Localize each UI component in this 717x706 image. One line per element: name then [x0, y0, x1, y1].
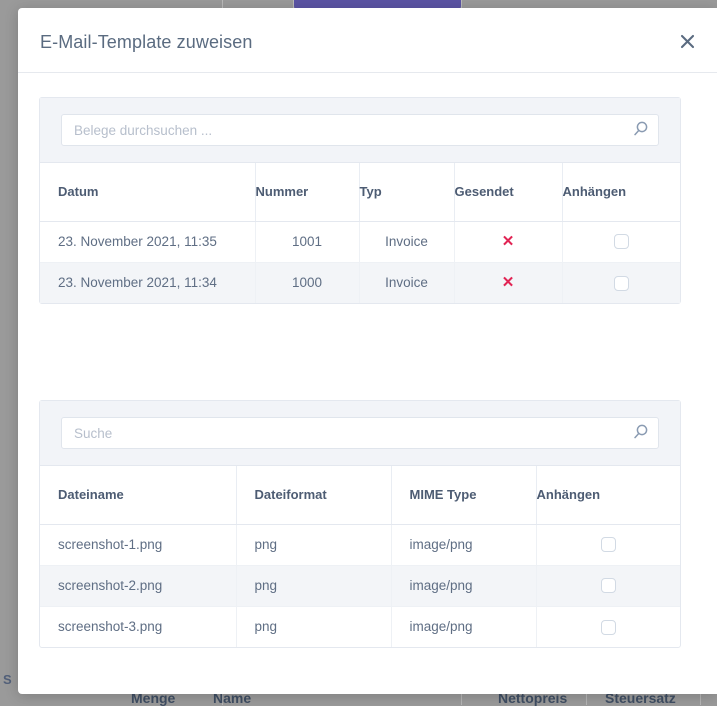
cell-anhaengen [536, 606, 680, 647]
table-header-row: Dateiname Dateiformat MIME Type Anhängen [40, 466, 680, 525]
documents-table: Datum Nummer Typ Gesendet Anhängen 23. N… [40, 163, 680, 303]
table-row[interactable]: 23. November 2021, 11:35 1001 Invoice ✕ [40, 221, 680, 263]
column-header-typ[interactable]: Typ [359, 163, 455, 222]
column-header-anhaengen[interactable]: Anhängen [562, 163, 680, 222]
not-sent-icon: ✕ [501, 233, 515, 250]
column-header-mime-type[interactable]: MIME Type [391, 466, 537, 525]
cell-anhaengen [562, 221, 680, 263]
cell-mime-type: image/png [391, 606, 537, 647]
cell-gesendet: ✕ [454, 221, 563, 263]
column-header-gesendet[interactable]: Gesendet [454, 163, 563, 222]
files-search-bar [40, 401, 680, 466]
modal-footer: E-Mail an Kunden senden Status aktualisi… [18, 693, 717, 694]
attach-checkbox[interactable] [600, 578, 616, 594]
page-title: E-Mail-Template zuweisen [40, 32, 253, 52]
cell-datum: 23. November 2021, 11:35 [40, 221, 256, 263]
files-table: Dateiname Dateiformat MIME Type Anhängen… [40, 466, 680, 647]
cell-nummer: 1000 [255, 262, 360, 303]
column-header-anhaengen[interactable]: Anhängen [536, 466, 680, 525]
cell-anhaengen [562, 262, 680, 303]
table-header-row: Datum Nummer Typ Gesendet Anhängen [40, 163, 680, 222]
background-left-text: S [3, 672, 12, 687]
modal-header: E-Mail-Template zuweisen [18, 8, 717, 73]
cell-datum: 23. November 2021, 11:34 [40, 262, 256, 303]
cell-gesendet: ✕ [454, 262, 563, 303]
column-header-dateiname[interactable]: Dateiname [40, 466, 237, 525]
files-panel: Dateiname Dateiformat MIME Type Anhängen… [39, 400, 681, 648]
column-header-dateiformat[interactable]: Dateiformat [236, 466, 392, 525]
attach-checkbox[interactable] [600, 619, 616, 635]
attach-checkbox[interactable] [600, 537, 616, 553]
cell-dateiname: screenshot-3.png [40, 606, 237, 647]
cell-typ: Invoice [359, 221, 455, 263]
column-header-datum[interactable]: Datum [40, 163, 256, 222]
close-button[interactable] [674, 28, 700, 54]
list-item[interactable]: screenshot-2.png png image/png [40, 565, 680, 607]
list-item[interactable]: screenshot-1.png png image/png [40, 524, 680, 566]
assign-email-template-modal: E-Mail-Template zuweisen Belege durchsuc… [18, 8, 717, 694]
cell-nummer: 1001 [255, 221, 360, 263]
cell-dateiname: screenshot-1.png [40, 524, 237, 566]
documents-search-input[interactable] [61, 114, 659, 146]
documents-panel: Datum Nummer Typ Gesendet Anhängen 23. N… [39, 97, 681, 304]
cell-dateiformat: png [236, 606, 392, 647]
files-search-input[interactable] [61, 417, 659, 449]
cell-dateiname: screenshot-2.png [40, 565, 237, 607]
cell-mime-type: image/png [391, 524, 537, 566]
attach-checkbox[interactable] [613, 275, 629, 291]
cell-dateiformat: png [236, 524, 392, 566]
documents-search-bar [40, 98, 680, 163]
column-header-nummer[interactable]: Nummer [255, 163, 360, 222]
cell-anhaengen [536, 565, 680, 607]
cell-typ: Invoice [359, 262, 455, 303]
cell-mime-type: image/png [391, 565, 537, 607]
close-icon [680, 34, 695, 49]
not-sent-icon: ✕ [501, 274, 515, 292]
cell-anhaengen [536, 524, 680, 566]
table-row[interactable]: 23. November 2021, 11:34 1000 Invoice ✕ [40, 262, 680, 303]
cell-dateiformat: png [236, 565, 392, 607]
list-item[interactable]: screenshot-3.png png image/png [40, 606, 680, 647]
attach-checkbox[interactable] [613, 234, 629, 250]
